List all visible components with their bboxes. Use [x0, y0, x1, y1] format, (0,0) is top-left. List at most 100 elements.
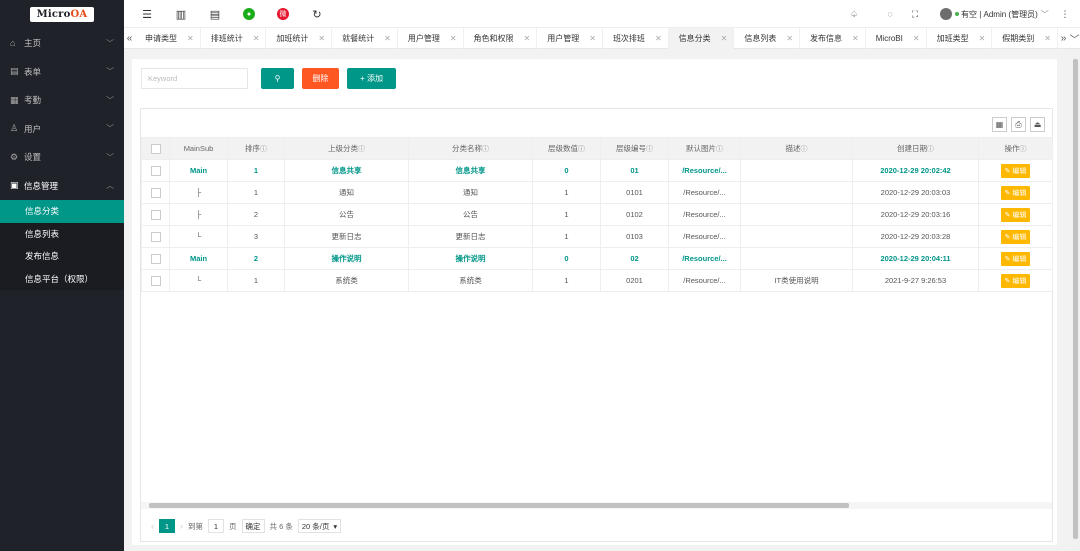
tab-info-list[interactable]: 信息列表 ✕	[734, 27, 801, 49]
row-select-cell[interactable]	[141, 247, 170, 270]
table-row[interactable]: ├ 1 通知 通知 1 0101 /Resource/... 2020-12-2…	[141, 181, 1053, 204]
table-row[interactable]: Main 2 操作说明 操作说明 0 02 /Resource/... 2020…	[141, 247, 1053, 270]
weibo-icon[interactable]: 微	[277, 8, 289, 20]
edit-button[interactable]: ✎ 编辑	[1000, 229, 1031, 244]
goto-page-input[interactable]: 1	[208, 519, 224, 533]
column-header[interactable]: MainSub	[169, 137, 228, 160]
close-icon[interactable]: ✕	[913, 34, 920, 43]
tab-microbi[interactable]: MicroBI ✕	[866, 27, 927, 49]
column-header[interactable]: 默认图片ⓘ	[668, 137, 741, 160]
prev-page-icon[interactable]: ‹	[151, 521, 154, 531]
document-icon[interactable]: ▤	[207, 6, 223, 22]
column-header[interactable]: 层级数值ⓘ	[532, 137, 601, 160]
row-checkbox[interactable]	[150, 275, 161, 286]
close-icon[interactable]: ✕	[187, 34, 194, 43]
tab-info-category[interactable]: 信息分类 ✕	[668, 27, 735, 49]
sidebar-item-users[interactable]: ♙ 用户 ﹀	[0, 115, 124, 144]
select-all-cell[interactable]	[141, 137, 170, 160]
sidebar-item-attendance[interactable]: ▦ 考勤 ﹀	[0, 86, 124, 115]
sidebar-item-info-management[interactable]: ▣ 信息管理 ︿	[0, 172, 124, 201]
row-select-cell[interactable]	[141, 203, 170, 226]
vertical-scrollbar[interactable]	[1071, 49, 1080, 551]
menu-toggle-icon[interactable]: ☰	[139, 6, 155, 22]
close-icon[interactable]: ✕	[1044, 34, 1051, 43]
close-icon[interactable]: ✕	[524, 34, 531, 43]
more-vertical-icon[interactable]: ⋮	[1057, 6, 1073, 22]
row-checkbox[interactable]	[150, 209, 161, 220]
sidebar-item-forms[interactable]: ▤ 表单 ﹀	[0, 58, 124, 87]
confirm-button[interactable]: 确定	[241, 519, 265, 533]
theme-icon[interactable]: ◌	[882, 6, 898, 22]
scrollbar-thumb[interactable]	[149, 503, 849, 508]
row-checkbox[interactable]	[150, 187, 161, 198]
close-icon[interactable]: ✕	[253, 34, 260, 43]
columns-filter-icon[interactable]: ▦	[992, 117, 1007, 132]
close-icon[interactable]: ✕	[589, 34, 596, 43]
sidebar-subitem-publish-info[interactable]: 发布信息	[0, 245, 124, 268]
close-icon[interactable]: ✕	[384, 34, 391, 43]
sidebar-subitem-info-list[interactable]: 信息列表	[0, 223, 124, 246]
tab-overtime-stats[interactable]: 加班统计 ✕	[266, 27, 333, 49]
column-header[interactable]: 上级分类ⓘ	[284, 137, 409, 160]
edit-button[interactable]: ✎ 编辑	[1000, 207, 1031, 222]
edit-button[interactable]: ✎ 编辑	[1000, 163, 1031, 178]
tab-scroll-left-icon[interactable]: «	[124, 33, 135, 44]
close-icon[interactable]: ✕	[318, 34, 325, 43]
sidebar-item-settings[interactable]: ⚙ 设置 ﹀	[0, 143, 124, 172]
table-row[interactable]: Main 1 信息共享 信息共享 0 01 /Resource/... 2020…	[141, 159, 1053, 182]
contact-card-icon[interactable]: ▥	[173, 6, 189, 22]
edit-button[interactable]: ✎ 编辑	[1000, 251, 1031, 266]
fullscreen-icon[interactable]: ⛶	[907, 6, 923, 22]
row-checkbox[interactable]	[150, 231, 161, 242]
wechat-icon[interactable]: ●	[243, 8, 255, 20]
table-row[interactable]: └ 3 更新日志 更新日志 1 0103 /Resource/... 2020-…	[141, 225, 1053, 248]
column-header[interactable]: 创建日期ⓘ	[852, 137, 979, 160]
tab-overtime-type[interactable]: 加班类型 ✕	[927, 27, 993, 49]
row-select-cell[interactable]	[141, 225, 170, 248]
row-select-cell[interactable]	[141, 159, 170, 182]
tab-publish-info[interactable]: 发布信息 ✕	[800, 27, 866, 49]
refresh-icon[interactable]: ↻	[309, 6, 325, 22]
keyword-input[interactable]	[141, 68, 248, 89]
column-header[interactable]: 分类名称ⓘ	[408, 137, 533, 160]
edit-button[interactable]: ✎ 编辑	[1000, 185, 1031, 200]
export-icon[interactable]: ⏏	[1030, 117, 1045, 132]
tab-user-management[interactable]: 用户管理 ✕	[398, 27, 464, 49]
current-page[interactable]: 1	[159, 519, 175, 533]
close-icon[interactable]: ✕	[721, 34, 728, 43]
user-menu[interactable]: 有空 | Admin (管理员) ﹀	[940, 0, 1049, 28]
scrollbar-thumb[interactable]	[1073, 59, 1078, 539]
row-select-cell[interactable]	[141, 181, 170, 204]
column-header[interactable]: 层级编号ⓘ	[600, 137, 669, 160]
next-page-icon[interactable]: ›	[180, 521, 183, 531]
delete-button[interactable]: 删除	[302, 68, 339, 89]
logo[interactable]: MicroOA	[29, 6, 95, 22]
select-all-checkbox[interactable]	[150, 143, 161, 154]
row-checkbox[interactable]	[150, 253, 161, 264]
table-row[interactable]: └ 1 系统类 系统类 1 0201 /Resource/... IT类使用说明…	[141, 269, 1053, 292]
close-icon[interactable]: ✕	[852, 34, 859, 43]
close-icon[interactable]: ✕	[786, 34, 793, 43]
tab-user-management-2[interactable]: 用户管理 ✕	[537, 27, 603, 49]
horizontal-scrollbar[interactable]	[141, 502, 1052, 509]
tab-shift-scheduling[interactable]: 班次排班 ✕	[603, 27, 669, 49]
page-size-select[interactable]: 20 条/页 ▾	[297, 519, 342, 533]
sidebar-subitem-info-category[interactable]: 信息分类	[0, 200, 124, 223]
close-icon[interactable]: ✕	[450, 34, 457, 43]
tab-shift-stats[interactable]: 排班统计 ✕	[201, 27, 267, 49]
close-icon[interactable]: ✕	[979, 34, 986, 43]
row-checkbox[interactable]	[150, 165, 161, 176]
search-button[interactable]: ⚲	[261, 68, 294, 89]
edit-button[interactable]: ✎ 编辑	[1000, 273, 1031, 288]
add-button[interactable]: + 添加	[347, 68, 396, 89]
tab-meal-stats[interactable]: 就餐统计 ✕	[332, 27, 398, 49]
tab-application-type[interactable]: 申请类型 ✕	[135, 27, 201, 49]
close-icon[interactable]: ✕	[655, 34, 662, 43]
tab-scroll-right-icon[interactable]: »	[1058, 33, 1069, 44]
column-header[interactable]: 排序ⓘ	[227, 137, 285, 160]
column-header[interactable]: 操作ⓘ	[978, 137, 1053, 160]
sidebar-item-home[interactable]: ⌂ 主页 ﹀	[0, 29, 124, 58]
tab-leave-category[interactable]: 假期类别 ✕	[992, 27, 1058, 49]
tab-roles-permissions[interactable]: 角色和权限 ✕	[464, 27, 538, 49]
row-select-cell[interactable]	[141, 269, 170, 292]
